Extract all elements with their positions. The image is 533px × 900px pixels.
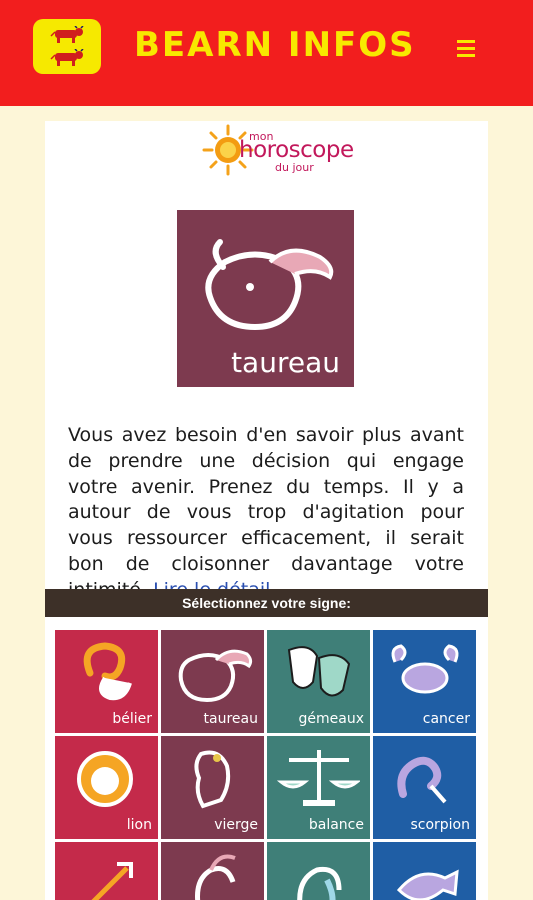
scales-icon [277, 750, 360, 806]
bearn-flag-logo[interactable] [33, 19, 101, 74]
sign-tile-taureau[interactable]: taureau [161, 630, 264, 733]
sign-tile-gemeaux[interactable]: gémeaux [267, 630, 370, 733]
hamburger-menu-icon [457, 39, 475, 43]
sign-tile-balance[interactable]: balance [267, 736, 370, 839]
current-sign-image: taureau [177, 210, 354, 387]
sign-tile-poissons[interactable] [373, 842, 476, 900]
virgin-icon [194, 750, 231, 809]
content-card: mon horoscope du jour taureau Vous avez … [45, 121, 488, 900]
sign-tile-lion[interactable]: lion [55, 736, 158, 839]
cow-icon [50, 49, 84, 66]
theater-masks-icon [287, 646, 351, 697]
bull-icon [178, 649, 253, 703]
sign-label: lion [126, 817, 152, 833]
sign-label: scorpion [410, 817, 470, 833]
water-bearer-icon [297, 866, 342, 900]
fish-icon [396, 869, 459, 900]
sign-label: taureau [203, 711, 258, 727]
sign-tile-capricorne[interactable] [161, 842, 264, 900]
archer-icon [91, 862, 133, 900]
app-bar: BEARN INFOS [0, 0, 533, 106]
crab-icon [391, 644, 459, 694]
sign-tile-belier[interactable]: bélier [55, 630, 158, 733]
sign-label: gémeaux [298, 711, 365, 727]
sign-tile-scorpion[interactable]: scorpion [373, 736, 476, 839]
menu-button[interactable] [448, 30, 484, 66]
horoscope-brand-logo: mon horoscope du jour [201, 123, 354, 185]
ram-icon [83, 642, 132, 701]
brand-main: horoscope [239, 137, 354, 163]
sign-label: vierge [214, 817, 258, 833]
cow-icon [50, 26, 84, 43]
sign-tile-cancer[interactable]: cancer [373, 630, 476, 733]
current-sign-label: taureau [231, 346, 340, 379]
goat-icon [195, 854, 236, 900]
sign-tile-vierge[interactable]: vierge [161, 736, 264, 839]
brand-small-bottom: du jour [275, 161, 314, 174]
scorpion-icon [397, 756, 447, 804]
sign-tile-verseau[interactable] [267, 842, 370, 900]
horoscope-text: Vous avez besoin d'en savoir plus avant … [68, 423, 464, 604]
sign-label: cancer [422, 711, 470, 727]
bull-icon [205, 239, 334, 331]
sign-label: balance [308, 817, 364, 833]
sign-tile-sagittaire[interactable] [55, 842, 158, 900]
sign-label: bélier [112, 711, 152, 727]
lion-icon [77, 751, 133, 807]
app-title: BEARN INFOS [134, 25, 416, 65]
select-sign-header: Sélectionnez votre signe: [45, 589, 488, 617]
sign-grid: bélier taureau gémeaux cancer lion vierg… [55, 630, 480, 900]
